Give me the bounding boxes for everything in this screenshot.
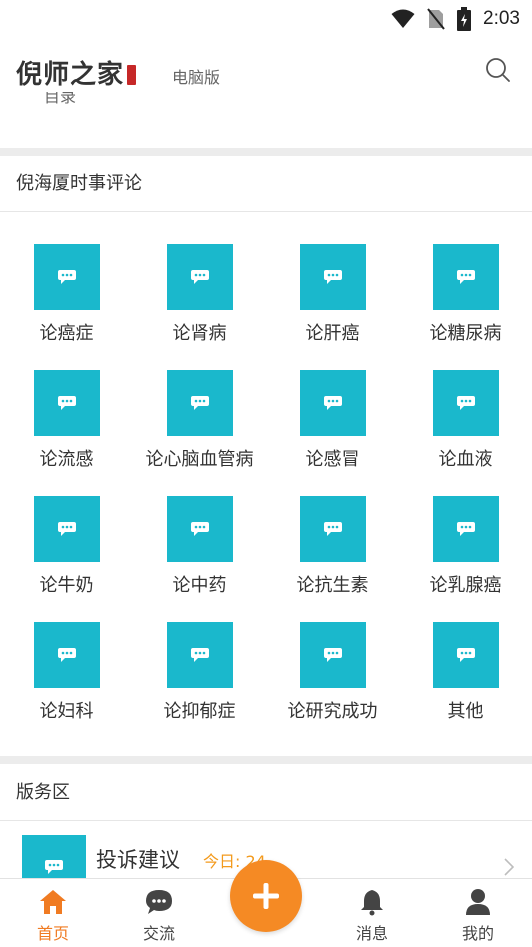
chat-bubble-icon [58, 396, 76, 410]
category-item[interactable]: 论抑郁症 [133, 622, 266, 742]
category-item[interactable]: 论糖尿病 [399, 244, 532, 364]
chat-bubble-icon [457, 648, 475, 662]
nav-messages[interactable]: 消息 [319, 879, 425, 947]
site-logo-text: 倪师之家 [16, 60, 125, 90]
chat-bubble-icon [324, 396, 342, 410]
forum-name: 投诉建议 [96, 848, 180, 872]
category-item[interactable]: 论癌症 [0, 244, 133, 364]
chat-bubble-icon [457, 270, 475, 284]
app-header: 倪师之家 电脑版 [0, 38, 532, 98]
no-sim-icon [427, 8, 445, 30]
desktop-version-link[interactable]: 电脑版 [172, 64, 220, 88]
chat-bubble-icon [191, 396, 209, 410]
plus-icon [253, 883, 279, 909]
section-title-commentary: 倪海厦时事评论 [16, 173, 142, 194]
category-label: 论牛奶 [39, 575, 94, 596]
category-item[interactable]: 论心脑血管病 [133, 370, 266, 490]
chat-icon [146, 890, 172, 914]
compose-fab-button[interactable] [230, 860, 302, 932]
chat-bubble-icon [191, 522, 209, 536]
divider-line [0, 211, 532, 212]
category-tile [300, 496, 366, 562]
chat-bubble-icon [191, 270, 209, 284]
chat-bubble-icon [324, 648, 342, 662]
category-tile [34, 622, 100, 688]
chat-bubble-icon [324, 522, 342, 536]
category-item[interactable]: 论感冒 [266, 370, 399, 490]
nav-label: 我的 [461, 924, 494, 943]
category-tile [433, 496, 499, 562]
category-label: 论肾病 [172, 323, 227, 344]
partial-text: 目录 [44, 92, 77, 104]
category-tile [300, 370, 366, 436]
chat-bubble-icon [457, 396, 475, 410]
category-tile [433, 244, 499, 310]
chat-bubble-icon [45, 860, 63, 874]
category-item[interactable]: 论肝癌 [266, 244, 399, 364]
chat-bubble-icon [58, 522, 76, 536]
nav-profile[interactable]: 我的 [425, 879, 531, 947]
search-icon[interactable] [484, 56, 512, 84]
nav-label: 消息 [355, 924, 388, 943]
category-label: 论血液 [438, 449, 493, 470]
category-item[interactable]: 论中药 [133, 496, 266, 616]
category-label: 论妇科 [39, 701, 94, 722]
category-tile [167, 496, 233, 562]
category-label: 其他 [447, 701, 484, 722]
category-label: 论研究成功 [287, 701, 378, 722]
section-divider [0, 148, 532, 156]
category-label: 论中药 [172, 575, 227, 596]
category-item[interactable]: 论血液 [399, 370, 532, 490]
nav-label: 交流 [142, 924, 175, 943]
category-label: 论肝癌 [305, 323, 360, 344]
category-tile [34, 370, 100, 436]
category-label: 论抑郁症 [163, 701, 236, 722]
category-tile [433, 370, 499, 436]
category-tile [167, 370, 233, 436]
section-title-admin: 版务区 [16, 782, 70, 803]
category-item[interactable]: 论乳腺癌 [399, 496, 532, 616]
home-icon [40, 890, 66, 914]
category-tile [167, 244, 233, 310]
category-item[interactable]: 其他 [399, 622, 532, 742]
wifi-icon [391, 9, 415, 28]
chat-bubble-icon [324, 270, 342, 284]
chat-bubble-icon [457, 522, 475, 536]
category-label: 论抗生素 [296, 575, 369, 596]
category-item[interactable]: 论牛奶 [0, 496, 133, 616]
chevron-right-icon [504, 858, 514, 876]
divider-line [0, 820, 532, 821]
category-item[interactable]: 论肾病 [133, 244, 266, 364]
category-item[interactable]: 论抗生素 [266, 496, 399, 616]
category-item[interactable]: 论妇科 [0, 622, 133, 742]
user-icon [466, 889, 490, 915]
category-label: 论感冒 [305, 449, 360, 470]
category-label: 论癌症 [39, 323, 94, 344]
chat-bubble-icon [58, 648, 76, 662]
category-tile [167, 622, 233, 688]
category-tile [34, 244, 100, 310]
category-item[interactable]: 论流感 [0, 370, 133, 490]
logo-seal-icon [127, 65, 137, 85]
site-logo[interactable]: 倪师之家 [16, 54, 137, 91]
nav-home[interactable]: 首页 [0, 879, 106, 947]
battery-icon [457, 7, 472, 31]
category-label: 论心脑血管病 [145, 449, 254, 470]
category-label: 论流感 [39, 449, 94, 470]
section-divider [0, 756, 532, 764]
status-bar: 2:03 [0, 0, 532, 38]
category-item[interactable]: 论研究成功 [266, 622, 399, 742]
chat-bubble-icon [191, 648, 209, 662]
category-label: 论糖尿病 [429, 323, 502, 344]
category-label: 论乳腺癌 [429, 575, 502, 596]
bell-icon [361, 890, 383, 916]
chat-bubble-icon [58, 270, 76, 284]
category-tile [433, 622, 499, 688]
nav-label: 首页 [36, 924, 69, 943]
category-tile [300, 622, 366, 688]
category-tile [300, 244, 366, 310]
category-tile [34, 496, 100, 562]
status-time: 2:03 [483, 8, 520, 29]
nav-chat[interactable]: 交流 [106, 879, 212, 947]
